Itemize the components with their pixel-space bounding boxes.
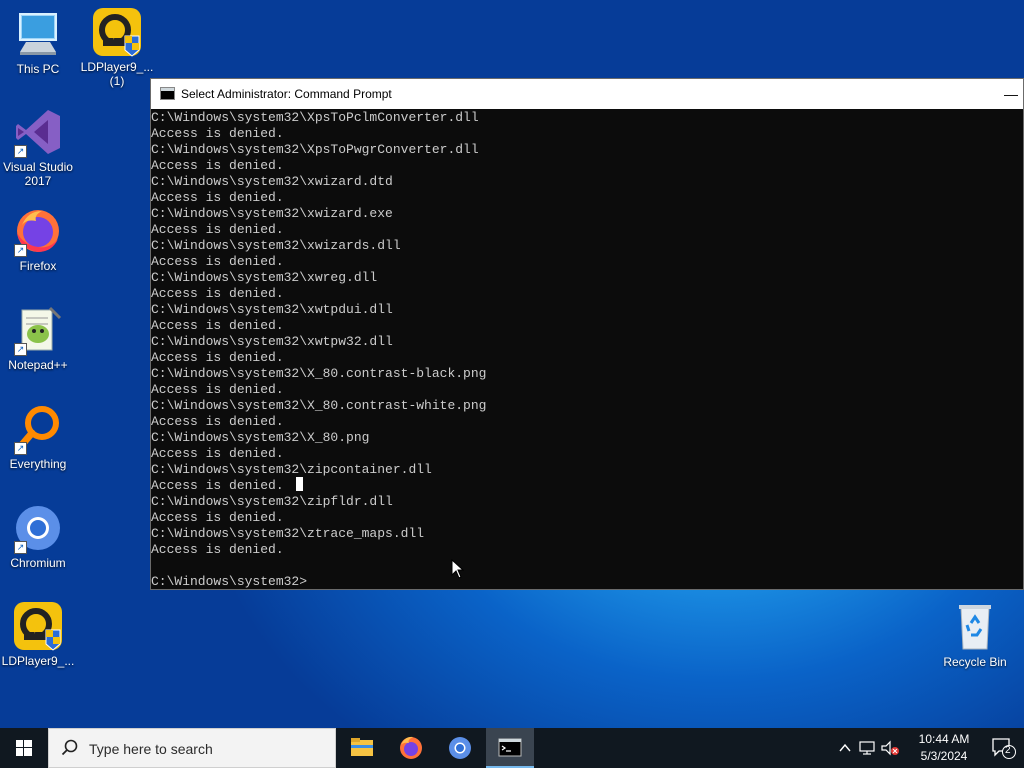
desktop-icon-notepad-plus-plus[interactable]: ↗ Notepad++ [0,304,76,372]
console-line: Access is denied. [151,158,284,173]
clock-time: 10:44 AM [918,732,970,746]
network-icon[interactable] [858,740,876,756]
ldplayer-icon [12,600,64,652]
console-line: C:\Windows\system32\XpsToPwgrConverter.d… [151,142,479,157]
console-line: C:\Windows\system32\zipfldr.dll [151,494,393,509]
console-line: C:\Windows\system32\X_80.contrast-white.… [151,398,487,413]
console-line: Access is denied. [151,414,284,429]
console-line: Access is denied. [151,254,284,269]
console-line: C:\Windows\system32\xwizard.exe [151,206,393,221]
start-button[interactable] [0,728,48,768]
console-line: C:\Windows\system32\ztrace_maps.dll [151,526,425,541]
mouse-pointer-icon [451,559,465,579]
console-line: C:\Windows\system32\xwizard.dtd [151,174,393,189]
chromium-icon: ↗ [12,502,64,554]
ldplayer-icon [91,6,143,58]
desktop-icon-label: Everything [9,457,67,471]
desktop-icon-this-pc[interactable]: This PC [0,8,76,76]
desktop-icon-recycle-bin[interactable]: Recycle Bin [937,601,1013,669]
console-line: C:\Windows\system32\zipcontainer.dll [151,462,432,477]
recycle-bin-icon [949,601,1001,653]
text-cursor [296,477,303,491]
visual-studio-icon: ↗ [12,106,64,158]
desktop-icon-visual-studio[interactable]: ↗ Visual Studio 2017 [0,106,76,188]
shortcut-arrow-icon: ↗ [14,343,27,356]
taskbar-firefox[interactable] [387,728,435,768]
this-pc-icon [12,8,64,60]
desktop-icon-label: Visual Studio 2017 [3,160,73,188]
console-line: C:\Windows\system32> [151,574,308,589]
desktop-icon-label: LDPlayer9_... [1,654,75,668]
window-title: Select Administrator: Command Prompt [181,87,392,101]
desktop-icon-everything[interactable]: ↗ Everything [0,403,76,471]
console-line: Access is denied. [151,542,284,557]
console-output[interactable]: C:\Windows\system32\XpsToPclmConverter.d… [151,110,1023,589]
shortcut-arrow-icon: ↗ [14,442,27,455]
minimize-button[interactable]: — [999,79,1023,109]
firefox-icon: ↗ [12,205,64,257]
desktop-icon-label: Firefox [19,259,57,273]
console-line: Access is denied. [151,286,284,301]
desktop: This PC LDPlayer9_... (1) ↗ Visual Studi… [0,0,1024,728]
desktop-icon-chromium[interactable]: ↗ Chromium [0,502,76,570]
desktop-icon-label: Chromium [10,556,66,570]
notification-count: 2 [1005,745,1011,756]
shortcut-arrow-icon: ↗ [14,541,27,554]
desktop-icon-ldplayer-1[interactable]: LDPlayer9_... (1) [79,6,155,88]
console-line: Access is denied. [151,446,284,461]
desktop-icon-firefox[interactable]: ↗ Firefox [0,205,76,273]
console-line: C:\Windows\system32\xwreg.dll [151,270,378,285]
taskbar-clock[interactable]: 10:44 AM 5/3/2024 [910,731,978,765]
desktop-icon-ldplayer[interactable]: LDPlayer9_... [0,600,76,668]
console-line: C:\Windows\system32\xwtpdui.dll [151,302,393,317]
notepad-plus-plus-icon: ↗ [12,304,64,356]
command-prompt-icon [498,738,522,757]
console-line: C:\Windows\system32\X_80.png [151,430,370,445]
console-line: Access is denied. [151,478,284,493]
everything-icon: ↗ [12,403,64,455]
console-line: Access is denied. [151,222,284,237]
firefox-icon [400,736,422,759]
desktop-icon-label: Notepad++ [8,358,68,372]
clock-date: 5/3/2024 [920,749,968,763]
console-line: Access is denied. [151,510,284,525]
console-line: Access is denied. [151,126,284,141]
chevron-up-icon[interactable] [838,741,852,755]
console-line: Access is denied. [151,318,284,333]
taskbar: Type here to search 10:44 AM 5/3/2024 2 [0,728,1024,768]
taskbar-file-explorer[interactable] [338,728,386,768]
desktop-icon-label: Recycle Bin [943,655,1007,669]
notification-center-button[interactable]: 2 [990,736,1016,760]
command-prompt-window[interactable]: Select Administrator: Command Prompt — C… [150,78,1024,590]
taskbar-chromium[interactable] [436,728,484,768]
volume-muted-icon[interactable] [880,740,900,756]
console-line: C:\Windows\system32\X_80.contrast-black.… [151,366,487,381]
window-titlebar[interactable]: Select Administrator: Command Prompt — [151,79,1023,109]
taskbar-command-prompt[interactable] [486,728,534,768]
taskbar-search[interactable]: Type here to search [48,728,336,768]
command-prompt-icon [160,87,175,100]
notification-icon [992,738,1016,759]
console-line: Access is denied. [151,350,284,365]
desktop-icon-label: LDPlayer9_... (1) [80,60,154,88]
desktop-icon-label: This PC [16,62,60,76]
console-line: C:\Windows\system32\xwtpw32.dll [151,334,393,349]
search-placeholder: Type here to search [89,741,213,757]
windows-logo-icon [16,740,32,756]
chromium-icon [449,737,471,759]
console-line: C:\Windows\system32\xwizards.dll [151,238,401,253]
shortcut-arrow-icon: ↗ [14,244,27,257]
shortcut-arrow-icon: ↗ [14,145,27,158]
search-icon [61,739,78,756]
console-line: Access is denied. [151,382,284,397]
file-explorer-icon [351,738,373,756]
console-line: C:\Windows\system32\XpsToPclmConverter.d… [151,110,479,125]
console-line: Access is denied. [151,190,284,205]
